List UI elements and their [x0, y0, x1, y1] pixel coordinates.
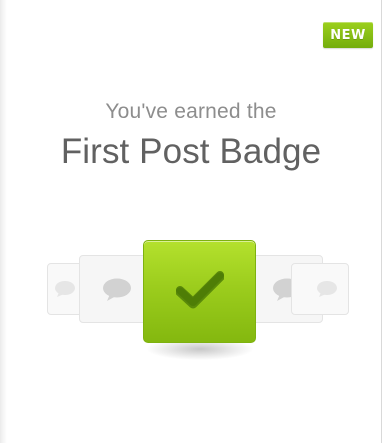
speech-bubble-icon: [103, 278, 131, 301]
badge-card-left: [79, 255, 153, 323]
earned-subtitle: You've earned the: [105, 100, 277, 123]
speech-bubble-icon: [55, 281, 75, 297]
checkmark-icon: [176, 271, 224, 309]
new-badge: NEW: [323, 22, 373, 48]
speech-bubble-icon: [317, 281, 337, 297]
badge-earned-panel: NEW You've earned the First Post Badge: [0, 0, 382, 443]
badge-title: First Post Badge: [60, 132, 322, 171]
badge-card-right-back: [291, 263, 349, 315]
first-post-badge: [143, 240, 256, 343]
panel-edge: [1, 0, 7, 443]
